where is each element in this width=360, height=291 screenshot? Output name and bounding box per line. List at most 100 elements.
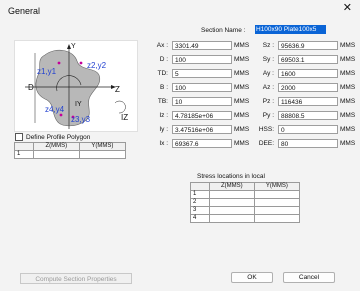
- z3y3-label: z3,y3: [71, 115, 91, 124]
- z2y2-label: z2,y2: [87, 61, 107, 70]
- table-cell[interactable]: [33, 150, 80, 159]
- prop-row-iy: Iy : 3.47516e+06 MMS: [140, 124, 249, 134]
- table-cell[interactable]: [209, 190, 255, 199]
- row-index: 2: [190, 198, 210, 207]
- prop-row-sz: Sz : 95636.9 MMS: [246, 40, 355, 50]
- compute-section-properties-button[interactable]: Compute Section Properties: [20, 273, 132, 284]
- stress-locations-title: Stress locations in local: [197, 173, 265, 180]
- stress-header-index: [190, 182, 210, 191]
- row-index: 1: [14, 150, 34, 159]
- prop-label: B :: [160, 83, 168, 91]
- prop-unit: MMS: [340, 111, 356, 119]
- prop-label: Py :: [262, 111, 274, 119]
- checkbox-box[interactable]: [15, 133, 23, 141]
- prop-unit: MMS: [340, 97, 356, 105]
- prop-label: D :: [159, 55, 168, 63]
- z1y1-label: z1,y1: [37, 67, 57, 76]
- prop-row-sy: Sy : 69503.1 MMS: [246, 54, 355, 64]
- polygon-header-y: Y(MMS): [78, 142, 127, 151]
- prop-unit: MMS: [340, 69, 356, 77]
- row-index: 4: [190, 214, 210, 223]
- prop-unit: MMS: [340, 83, 356, 91]
- ok-button[interactable]: OK: [231, 272, 273, 283]
- row-index: 1: [190, 190, 210, 199]
- window-title: General: [8, 6, 41, 16]
- prop-field[interactable]: 80: [278, 138, 338, 148]
- prop-unit: MMS: [340, 41, 356, 49]
- prop-field[interactable]: 3301.49: [172, 40, 232, 50]
- prop-label: Ax :: [156, 41, 168, 49]
- row-index: 3: [190, 206, 210, 215]
- z-axis-label: Z: [115, 85, 120, 94]
- section-name-label: Section Name :: [201, 27, 246, 34]
- prop-label: Iy :: [159, 125, 168, 133]
- prop-row-d: D : 100 MMS: [140, 54, 249, 64]
- prop-field[interactable]: 3.47516e+06: [172, 124, 232, 134]
- prop-label: Iz :: [159, 111, 168, 119]
- table-cell[interactable]: [253, 190, 301, 199]
- prop-label: Pz :: [262, 97, 274, 105]
- stress-header-y: Y(MMS): [253, 182, 301, 191]
- prop-field[interactable]: 100: [172, 54, 232, 64]
- table-cell[interactable]: [209, 206, 255, 215]
- prop-row-tb: TB: 10 MMS: [140, 96, 249, 106]
- z4y4-label: z4,y4: [45, 105, 65, 114]
- y-axis-label: Y: [71, 43, 76, 50]
- prop-field[interactable]: 116436: [278, 96, 338, 106]
- prop-row-az: Az : 2000 MMS: [246, 82, 355, 92]
- prop-row-iz: Iz : 4.78185e+06 MMS: [140, 110, 249, 120]
- polygon-header-index: [14, 142, 34, 151]
- close-icon[interactable]: ✕: [343, 3, 352, 14]
- table-row: 1: [190, 190, 301, 199]
- table-row: 4: [190, 214, 301, 223]
- prop-field[interactable]: 100: [172, 82, 232, 92]
- prop-field[interactable]: 2000: [278, 82, 338, 92]
- iz-label: IZ: [121, 113, 129, 122]
- table-cell[interactable]: [78, 150, 127, 159]
- prop-unit: MMS: [340, 125, 356, 133]
- table-cell[interactable]: [253, 214, 301, 223]
- cancel-button[interactable]: Cancel: [283, 272, 335, 283]
- prop-row-ax: Ax : 3301.49 MMS: [140, 40, 249, 50]
- prop-row-hss: HSS: 0 MMS: [246, 124, 355, 134]
- table-cell[interactable]: [209, 198, 255, 207]
- stress-header-z: Z(MMS): [209, 182, 255, 191]
- prop-label: Ix :: [159, 139, 168, 147]
- prop-field[interactable]: 95636.9: [278, 40, 338, 50]
- prop-unit: MMS: [340, 55, 356, 63]
- table-cell[interactable]: [253, 198, 301, 207]
- prop-field[interactable]: 1600: [278, 68, 338, 78]
- prop-field[interactable]: 88808.5: [278, 110, 338, 120]
- table-cell[interactable]: [209, 214, 255, 223]
- table-row: 1: [14, 150, 127, 159]
- prop-field[interactable]: 4.78185e+06: [172, 110, 232, 120]
- table-cell[interactable]: [253, 206, 301, 215]
- table-row: 2: [190, 198, 301, 207]
- prop-label: Sz :: [262, 41, 274, 49]
- stress-table[interactable]: Z(MMS) Y(MMS) 1 2 3 4: [190, 182, 301, 223]
- prop-field[interactable]: 5: [172, 68, 232, 78]
- prop-row-dee: DEE: 80 MMS: [246, 138, 355, 148]
- prop-label: DEE:: [258, 139, 274, 147]
- polygon-table[interactable]: Z(MMS) Y(MMS) 1: [14, 142, 127, 159]
- prop-field[interactable]: 69503.1: [278, 54, 338, 64]
- prop-label: TB:: [157, 97, 168, 105]
- polygon-header-z: Z(MMS): [33, 142, 80, 151]
- prop-label: Ay :: [262, 69, 274, 77]
- prop-row-b: B : 100 MMS: [140, 82, 249, 92]
- define-polygon-label: Define Profile Polygon: [26, 133, 91, 141]
- prop-row-ay: Ay : 1600 MMS: [246, 68, 355, 78]
- table-row: 3: [190, 206, 301, 215]
- prop-field[interactable]: 69367.6: [172, 138, 232, 148]
- prop-label: Sy :: [262, 55, 274, 63]
- prop-label: TD:: [157, 69, 168, 77]
- depth-label: D: [28, 83, 34, 92]
- prop-row-ix: Ix : 69367.6 MMS: [140, 138, 249, 148]
- prop-label: HSS:: [258, 125, 274, 133]
- prop-field[interactable]: 0: [278, 124, 338, 134]
- prop-unit: MMS: [340, 139, 356, 147]
- define-polygon-checkbox[interactable]: Define Profile Polygon: [15, 133, 90, 141]
- prop-field[interactable]: 10: [172, 96, 232, 106]
- iy-label: IY: [75, 101, 82, 108]
- section-name-field[interactable]: H100x90 Plate100x5: [255, 25, 326, 34]
